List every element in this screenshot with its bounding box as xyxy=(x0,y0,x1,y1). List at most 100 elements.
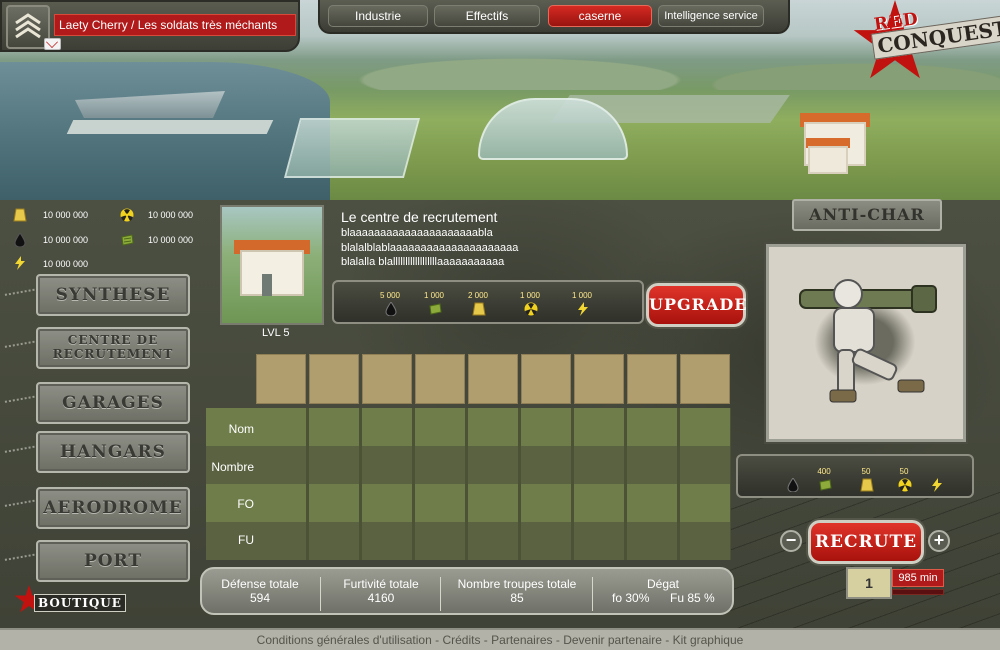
cash-stack-icon xyxy=(819,479,832,491)
row-label-fu: FU xyxy=(238,533,254,547)
lightning-icon xyxy=(15,256,25,270)
nav-caserne[interactable]: caserne xyxy=(548,5,652,27)
upgrade-button[interactable]: UPGRADE xyxy=(646,283,746,327)
unit-slot[interactable] xyxy=(362,354,412,404)
menu-garages[interactable]: GARAGES xyxy=(36,382,190,424)
stat-defense-label: Défense totale xyxy=(221,577,299,591)
stat-damage-label: Dégat xyxy=(646,577,680,591)
decrease-quantity-button[interactable]: − xyxy=(780,530,802,552)
footer-separator: - xyxy=(665,633,673,647)
unit-slot[interactable] xyxy=(574,354,624,404)
unit-slot[interactable] xyxy=(256,354,306,404)
footer-link-cgu[interactable]: Conditions générales d'utilisation xyxy=(257,633,432,647)
stat-stealth-label: Furtivité totale xyxy=(343,577,419,591)
resource-oil-value: 10 000 000 xyxy=(43,235,89,245)
row-label-nombre: Nombre xyxy=(211,460,254,474)
resource-cash-value: 10 000 000 xyxy=(148,235,194,245)
building-portrait-door xyxy=(262,274,272,296)
cash-stack-icon xyxy=(121,234,134,246)
cash-stack-icon xyxy=(429,303,442,315)
upgrade-cost-strip xyxy=(332,280,644,324)
resource-uranium-value: 10 000 000 xyxy=(148,210,194,220)
gold-bar-icon xyxy=(472,302,486,316)
anti-tank-soldier-image xyxy=(799,279,937,403)
radioactive-icon xyxy=(120,208,134,222)
stat-damage-fu: Fu 85 % xyxy=(670,591,715,605)
nav-effectifs[interactable]: Effectifs xyxy=(434,5,540,27)
lightning-icon xyxy=(932,478,942,492)
player-and-alliance-name[interactable]: Laety Cherry / Les soldats très méchants xyxy=(54,14,296,36)
footer-link-credits[interactable]: Crédits xyxy=(442,633,480,647)
boutique-link[interactable]: BOUTIQUE xyxy=(34,594,126,612)
stat-troops: Nombre troupes totale 85 xyxy=(442,577,592,605)
unit-slot[interactable] xyxy=(309,354,359,404)
stat-damage-fo: fo 30% xyxy=(612,591,650,605)
upgrade-cost-uranium: 1 000 xyxy=(519,291,541,300)
stat-stealth-value: 4160 xyxy=(367,591,395,605)
menu-port[interactable]: PORT xyxy=(36,540,190,582)
footer-link-kit-graphique[interactable]: Kit graphique xyxy=(673,633,744,647)
upgrade-cost-energy: 1 000 xyxy=(571,291,593,300)
footer-link-partenaires[interactable]: Partenaires xyxy=(491,633,552,647)
recruit-button[interactable]: RECRUTE xyxy=(808,520,924,564)
recruit-cost-uranium: 50 xyxy=(899,467,909,476)
stats-bar: Défense totale 594 Furtivité totale 4160… xyxy=(200,567,734,615)
stat-divider xyxy=(592,577,593,611)
resource-gold-value: 10 000 000 xyxy=(43,210,89,220)
unit-slot[interactable] xyxy=(468,354,518,404)
stat-defense: Défense totale 594 xyxy=(202,577,318,605)
stat-damage: Dégat fo 30% Fu 85 % xyxy=(594,577,732,605)
recruit-cost-gold: 50 xyxy=(861,467,871,476)
table-grid-lines xyxy=(256,408,731,560)
unit-slot[interactable] xyxy=(680,354,730,404)
lightning-icon xyxy=(578,302,588,316)
stat-troops-value: 85 xyxy=(510,591,524,605)
nav-industrie[interactable]: Industrie xyxy=(328,5,428,27)
upgrade-cost-oil: 5 000 xyxy=(379,291,401,300)
units-table: Nom Nombre FO FU xyxy=(206,354,731,564)
stat-divider xyxy=(320,577,321,611)
oil-drop-icon xyxy=(14,233,26,247)
stat-troops-label: Nombre troupes totale xyxy=(457,577,577,591)
footer-link-devenir-partenaire[interactable]: Devenir partenaire xyxy=(563,633,662,647)
row-label-nom: Nom xyxy=(228,422,254,436)
top-navigation: Industrie Effectifs caserne Intelligence… xyxy=(318,0,790,34)
unit-title: ANTI-CHAR xyxy=(792,199,942,231)
gold-bar-icon xyxy=(860,478,874,492)
mail-icon[interactable] xyxy=(44,38,61,50)
menu-aerodrome[interactable]: AERODROME xyxy=(36,487,190,529)
garage-building-image[interactable] xyxy=(283,118,421,178)
building-description-line: blalalla blallllllllllllllllllaaaaaaaaaa… xyxy=(341,256,505,268)
unit-slot[interactable] xyxy=(521,354,571,404)
building-portrait-house xyxy=(240,250,304,296)
stat-stealth: Furtivité totale 4160 xyxy=(322,577,440,605)
recruit-time: 985 min xyxy=(892,569,944,587)
sergeant-chevron-icon xyxy=(15,13,41,39)
upgrade-cost-cash: 1 000 xyxy=(423,291,445,300)
radioactive-icon xyxy=(898,478,912,492)
stat-damage-values: fo 30% Fu 85 % xyxy=(594,591,732,605)
menu-synthese[interactable]: SYNTHESE xyxy=(36,274,190,316)
unit-slot[interactable] xyxy=(627,354,677,404)
quantity-field[interactable]: 1 xyxy=(846,567,892,599)
menu-hangars[interactable]: HANGARS xyxy=(36,431,190,473)
oil-drop-icon xyxy=(385,302,397,316)
building-description-line: blaaaaaaaaaaaaaaaaaaaaabla xyxy=(341,227,493,239)
recruit-time-bar xyxy=(892,589,944,595)
annex-building-image[interactable] xyxy=(808,146,848,174)
menu-centre-de-recrutement[interactable]: CENTRE DE RECRUTEMENT xyxy=(36,327,190,369)
upgrade-cost-gold: 2 000 xyxy=(467,291,489,300)
footer: Conditions générales d'utilisation - Cré… xyxy=(0,628,1000,650)
increase-quantity-button[interactable]: + xyxy=(928,530,950,552)
gold-bar-icon xyxy=(13,208,27,222)
unit-slot[interactable] xyxy=(415,354,465,404)
radioactive-icon xyxy=(524,302,538,316)
nav-intelligence-service[interactable]: Intelligence service xyxy=(658,5,764,27)
row-label-fo: FO xyxy=(237,497,254,511)
recruit-cost-cash: 400 xyxy=(817,467,831,476)
building-title: Le centre de recrutement xyxy=(341,209,498,225)
building-level: LVL 5 xyxy=(262,327,290,339)
resource-energy-value: 10 000 000 xyxy=(43,259,89,269)
building-description-line: blalalblablaaaaaaaaaaaaaaaaaaaaa xyxy=(341,242,519,254)
stat-defense-value: 594 xyxy=(249,591,271,605)
